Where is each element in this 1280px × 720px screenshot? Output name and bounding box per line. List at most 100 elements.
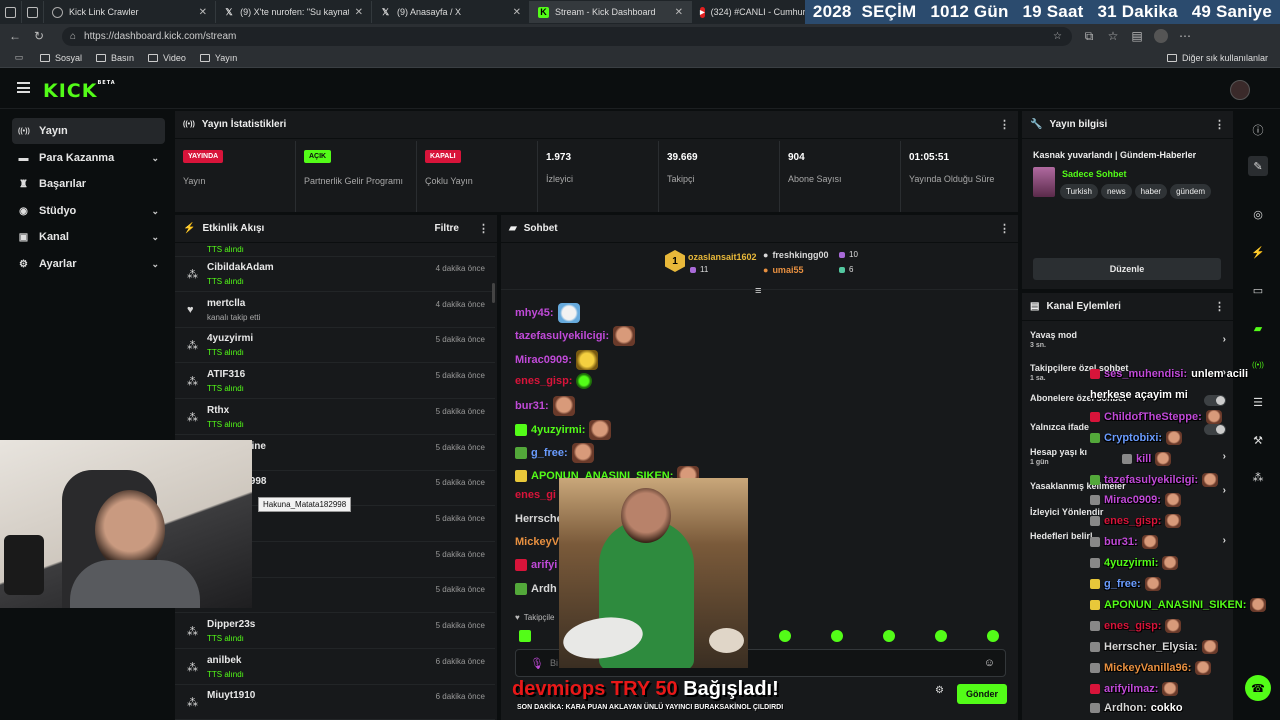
toggle-switch[interactable] bbox=[1204, 424, 1226, 435]
emoji-icon[interactable]: ☺ bbox=[984, 657, 995, 669]
chat-username[interactable]: 4yuzyirmi: bbox=[531, 424, 585, 436]
activity-username[interactable]: 4yuzyirmi bbox=[207, 333, 253, 344]
emote-icon[interactable] bbox=[831, 630, 843, 642]
tag[interactable]: news bbox=[1100, 184, 1132, 199]
more-icon[interactable]: ⋯ bbox=[1178, 29, 1192, 43]
camera-icon[interactable]: ◎ bbox=[1248, 204, 1268, 224]
emote-icon[interactable] bbox=[883, 630, 895, 642]
send-button[interactable]: Gönder bbox=[957, 684, 1007, 704]
leader-row-3[interactable]: ● umai55 bbox=[763, 265, 803, 275]
extensions-icon[interactable]: ⧉ bbox=[1082, 29, 1096, 44]
tab-x-nurofen[interactable]: 𝕏(9) X'te nurofen: "Su kaynatıp risk✕ bbox=[216, 1, 372, 23]
server-icon[interactable]: ☰ bbox=[1248, 392, 1268, 412]
chat-username[interactable]: arifyi bbox=[531, 559, 557, 571]
bookmark-toggle-icon[interactable]: ▭ bbox=[12, 52, 26, 63]
chat-username[interactable]: g_free: bbox=[531, 447, 568, 459]
chat-username[interactable]: Mirac0909: bbox=[515, 354, 572, 366]
activity-username[interactable]: Miuyt1910 bbox=[207, 690, 255, 701]
chat-username[interactable]: bur31: bbox=[515, 400, 549, 412]
chevron-right-icon[interactable]: › bbox=[1223, 334, 1226, 345]
leader-name[interactable]: ozaslansait1602 bbox=[688, 252, 757, 262]
pencil-icon[interactable]: ✎ bbox=[1248, 156, 1268, 176]
leader-row-2[interactable]: ● freshkingg00 bbox=[763, 250, 828, 260]
share-icon[interactable]: ⁂ bbox=[1248, 467, 1268, 487]
bookmark-basin[interactable]: Basın bbox=[96, 53, 134, 63]
info-icon[interactable]: ⓘ bbox=[1248, 120, 1268, 140]
tag[interactable]: haber bbox=[1134, 184, 1168, 199]
sidebar-item-para-kazanma[interactable]: ▬ Para Kazanma ⌄ bbox=[12, 145, 165, 171]
chat-username[interactable]: tazefasulyekilcigi: bbox=[515, 330, 609, 342]
bookmark-yayin[interactable]: Yayın bbox=[199, 53, 237, 63]
collections-icon[interactable]: ▤ bbox=[1130, 29, 1144, 43]
reload-icon[interactable]: ↻ bbox=[32, 29, 46, 43]
bookmark-other[interactable]: Diğer sık kullanılanlar bbox=[1166, 53, 1268, 63]
tab-actions-icon[interactable] bbox=[22, 1, 44, 23]
broadcast-icon[interactable]: ((•)) bbox=[1248, 355, 1268, 375]
activity-username[interactable]: Rthx bbox=[207, 405, 229, 416]
chevron-right-icon[interactable]: › bbox=[1223, 451, 1226, 462]
hamburger-menu-icon[interactable] bbox=[17, 82, 30, 93]
tab-youtube-canli[interactable]: ▶ (324) #CANLI - Cumhurbaşk bbox=[692, 1, 825, 23]
channel-action-row[interactable]: Yavaş mod 3 sn. › bbox=[1030, 330, 1226, 349]
user-avatar[interactable] bbox=[1230, 80, 1250, 100]
browser-menu-icon[interactable] bbox=[0, 1, 22, 23]
chat-username[interactable]: Ardh bbox=[531, 583, 557, 595]
tag[interactable]: Turkish bbox=[1060, 184, 1098, 199]
emote-icon[interactable] bbox=[987, 630, 999, 642]
url-field[interactable]: ⌂ https://dashboard.kick.com/stream ☆ bbox=[62, 26, 1072, 46]
filter-button[interactable]: Filtre bbox=[435, 223, 459, 234]
profile-icon[interactable] bbox=[1154, 29, 1168, 43]
chat-username[interactable]: enes_gisp: bbox=[515, 375, 572, 387]
chat-username[interactable]: mhy45: bbox=[515, 307, 554, 319]
sidebar-item-studyo[interactable]: ◉ Stüdyo ⌄ bbox=[12, 198, 165, 224]
tab-kick-dashboard[interactable]: K Stream - Kick Dashboard ✕ bbox=[530, 1, 692, 23]
back-icon[interactable]: ← bbox=[8, 29, 22, 43]
activity-username[interactable]: anilbek bbox=[207, 655, 241, 666]
emote-icon[interactable] bbox=[935, 630, 947, 642]
microphone-icon[interactable]: 🎙 bbox=[530, 657, 544, 670]
close-icon[interactable]: ✕ bbox=[199, 7, 207, 18]
more-vertical-icon[interactable]: ⋮ bbox=[999, 222, 1010, 235]
category-link[interactable]: Sadece Sohbet bbox=[1062, 169, 1127, 179]
activity-username[interactable]: Dipper23s bbox=[207, 619, 255, 630]
sidebar-item-kanal[interactable]: ▣ Kanal ⌄ bbox=[12, 224, 165, 250]
chat-username[interactable]: MickeyV bbox=[515, 536, 559, 548]
chat-username[interactable]: enes_gi bbox=[515, 489, 556, 501]
emote-icon[interactable] bbox=[519, 630, 531, 642]
close-icon[interactable]: ✕ bbox=[675, 7, 683, 18]
tab-x-anasayfa[interactable]: 𝕏 (9) Anasayfa / X ✕ bbox=[372, 1, 530, 23]
kick-logo[interactable]: KICKBETA bbox=[43, 80, 116, 102]
activity-username[interactable]: ATIF316 bbox=[207, 369, 245, 380]
sidebar-item-yayin[interactable]: ((•)) Yayın bbox=[12, 118, 165, 144]
chat-bubble-icon[interactable]: ▰ bbox=[1248, 318, 1268, 338]
lightning-icon[interactable]: ⚡ bbox=[1248, 242, 1268, 262]
document-icon[interactable]: ▭ bbox=[1248, 280, 1268, 300]
scrollbar[interactable] bbox=[492, 283, 495, 303]
star-icon[interactable]: ☆ bbox=[1053, 31, 1062, 42]
tab-kick-link-crawler[interactable]: Kick Link Crawler ✕ bbox=[44, 1, 216, 23]
emote-icon[interactable] bbox=[779, 630, 791, 642]
wrench-icon[interactable]: ⚒ bbox=[1248, 430, 1268, 450]
bookmark-sosyal[interactable]: Sosyal bbox=[40, 53, 82, 63]
edit-button[interactable]: Düzenle bbox=[1033, 258, 1221, 280]
more-vertical-icon[interactable]: ⋮ bbox=[1214, 300, 1225, 313]
chevron-right-icon[interactable]: › bbox=[1223, 535, 1226, 546]
chat-settings-icon[interactable]: ⚙ bbox=[935, 685, 944, 696]
sidebar-item-basarilar[interactable]: ♜ Başarılar bbox=[12, 171, 165, 197]
more-vertical-icon[interactable]: ⋮ bbox=[1214, 118, 1225, 131]
toggle-switch[interactable] bbox=[1204, 395, 1226, 406]
collapse-icon[interactable]: ≡ bbox=[755, 285, 761, 297]
more-vertical-icon[interactable]: ⋮ bbox=[999, 118, 1010, 131]
sidebar-item-ayarlar[interactable]: ⚙ Ayarlar ⌄ bbox=[12, 251, 165, 277]
activity-username[interactable]: mertclla bbox=[207, 298, 245, 309]
close-icon[interactable]: ✕ bbox=[513, 7, 521, 18]
favorites-icon[interactable]: ☆ bbox=[1106, 29, 1120, 43]
support-icon[interactable]: ☎ bbox=[1245, 675, 1271, 701]
close-icon[interactable]: ✕ bbox=[355, 7, 363, 18]
activity-username[interactable]: CibildakAdam bbox=[207, 262, 274, 273]
more-vertical-icon[interactable]: ⋮ bbox=[478, 222, 489, 235]
chevron-right-icon[interactable]: › bbox=[1223, 485, 1226, 496]
bookmark-video[interactable]: Video bbox=[148, 53, 186, 63]
chat-username[interactable]: Herrsche bbox=[515, 513, 563, 525]
tag[interactable]: gündem bbox=[1170, 184, 1212, 199]
